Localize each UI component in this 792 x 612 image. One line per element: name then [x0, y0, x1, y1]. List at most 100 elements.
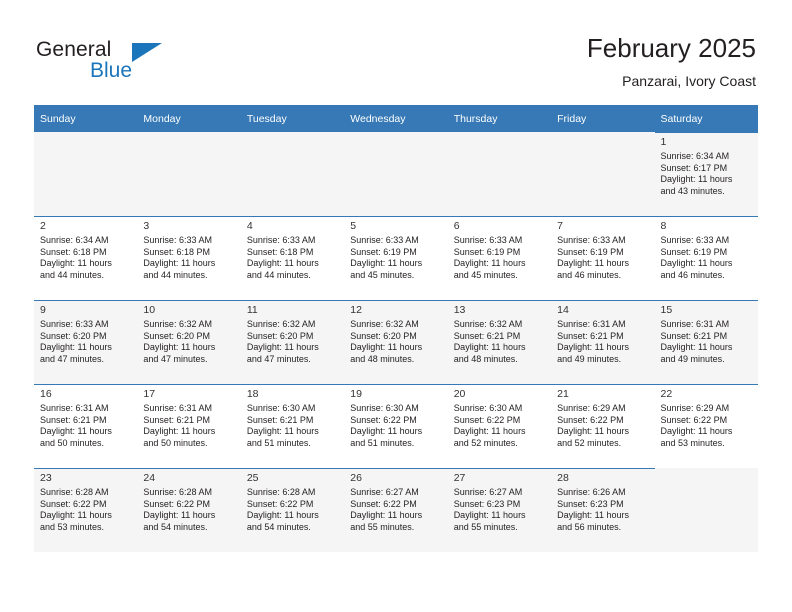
- sunset-text: Sunset: 6:22 PM: [350, 414, 417, 425]
- day-number: 12: [350, 304, 362, 316]
- calendar-day-cell[interactable]: 3 Sunrise: 6:33 AM Sunset: 6:18 PM Daylight…: [137, 216, 241, 300]
- day-cell-inner: 17 Sunrise: 6:31 AM Sunset: 6:21 PM Dayligh…: [137, 384, 241, 468]
- sunrise-text: Sunrise: 6:32 AM: [350, 319, 419, 329]
- day-cell-inner: 15 Sunrise: 6:31 AM Sunset: 6:21 PM Dayligh…: [654, 300, 758, 384]
- sunset-text: Sunset: 6:23 PM: [557, 498, 624, 509]
- calendar-day-cell[interactable]: 15 Sunrise: 6:31 AM Sunset: 6:21 PM Dayligh…: [654, 300, 758, 384]
- daylight-text-line2: and 52 minutes.: [453, 437, 518, 448]
- daylight-text-line1: Daylight: 11 hours: [246, 426, 319, 437]
- calendar-day-cell[interactable]: 27 Sunrise: 6:27 AM Sunset: 6:23 PM Dayligh…: [447, 468, 552, 552]
- day-cell-inner: 19 Sunrise: 6:30 AM Sunset: 6:22 PM Dayligh…: [344, 384, 448, 468]
- calendar-week-row: 2 Sunrise: 6:34 AM Sunset: 6:18 PM Daylight…: [34, 216, 758, 300]
- sunrise-text: Sunrise: 6:30 AM: [453, 403, 523, 413]
- day-number: 2: [40, 220, 46, 232]
- calendar-day-cell[interactable]: 10 Sunrise: 6:32 AM Sunset: 6:20 PM Dayligh…: [137, 300, 241, 384]
- calendar-day-cell[interactable]: 20 Sunrise: 6:30 AM Sunset: 6:22 PM Dayligh…: [447, 384, 552, 468]
- calendar-day-cell[interactable]: 2 Sunrise: 6:34 AM Sunset: 6:18 PM Daylight…: [34, 216, 138, 300]
- sunset-text: Sunset: 6:19 PM: [453, 246, 521, 257]
- calendar-week-row: 16 Sunrise: 6:31 AM Sunset: 6:21 PM Dayligh…: [34, 384, 758, 468]
- calendar-day-cell[interactable]: 21 Sunrise: 6:29 AM Sunset: 6:22 PM Dayligh…: [551, 384, 655, 468]
- daylight-text-line1: Daylight: 11 hours: [40, 342, 112, 353]
- sunrise-text: Sunrise: 6:28 AM: [246, 487, 316, 497]
- sunrise-text: Sunrise: 6:33 AM: [143, 235, 212, 245]
- calendar-day-cell-empty: [551, 132, 655, 216]
- daylight-text-line1: Daylight: 11 hours: [453, 342, 526, 353]
- calendar-day-cell[interactable]: 9 Sunrise: 6:33 AM Sunset: 6:20 PM Daylight…: [34, 300, 138, 384]
- calendar-day-cell[interactable]: 26 Sunrise: 6:27 AM Sunset: 6:22 PM Dayligh…: [344, 468, 448, 552]
- sunset-text: Sunset: 6:19 PM: [557, 246, 624, 257]
- weekday-header-saturday: Saturday: [654, 105, 758, 132]
- sunrise-text: Sunrise: 6:31 AM: [557, 319, 626, 329]
- calendar-day-cell[interactable]: 13 Sunrise: 6:32 AM Sunset: 6:21 PM Dayligh…: [447, 300, 552, 384]
- calendar-day-cell[interactable]: 25 Sunrise: 6:28 AM Sunset: 6:22 PM Dayligh…: [240, 468, 345, 552]
- day-sun-info: Sunrise: 6:30 AM Sunset: 6:21 PM Daylight:…: [247, 403, 339, 449]
- day-number: 23: [40, 472, 52, 484]
- day-cell-inner: 14 Sunrise: 6:31 AM Sunset: 6:21 PM Dayligh…: [551, 300, 655, 384]
- day-sun-info: Sunrise: 6:28 AM Sunset: 6:22 PM Daylight:…: [247, 487, 339, 533]
- daylight-text-line2: and 46 minutes.: [660, 269, 725, 280]
- sunset-text: Sunset: 6:21 PM: [557, 330, 624, 341]
- daylight-text-line1: Daylight: 11 hours: [660, 342, 733, 353]
- calendar-day-cell[interactable]: 16 Sunrise: 6:31 AM Sunset: 6:21 PM Dayligh…: [34, 384, 138, 468]
- sunset-text: Sunset: 6:18 PM: [40, 246, 107, 257]
- calendar-day-cell[interactable]: 28 Sunrise: 6:26 AM Sunset: 6:23 PM Dayligh…: [551, 468, 655, 552]
- day-sun-info: Sunrise: 6:31 AM Sunset: 6:21 PM Daylight:…: [557, 319, 649, 365]
- calendar-day-cell[interactable]: 17 Sunrise: 6:31 AM Sunset: 6:21 PM Dayligh…: [137, 384, 241, 468]
- day-sun-info: Sunrise: 6:29 AM Sunset: 6:22 PM Daylight:…: [557, 403, 649, 449]
- day-sun-info: Sunrise: 6:32 AM Sunset: 6:20 PM Daylight:…: [143, 319, 235, 365]
- day-cell-inner: [551, 132, 655, 216]
- calendar-day-cell[interactable]: 8 Sunrise: 6:33 AM Sunset: 6:19 PM Daylight…: [654, 216, 758, 300]
- calendar-day-cell[interactable]: 4 Sunrise: 6:33 AM Sunset: 6:18 PM Daylight…: [240, 216, 345, 300]
- calendar-day-cell[interactable]: 22 Sunrise: 6:29 AM Sunset: 6:22 PM Dayligh…: [654, 384, 758, 468]
- day-number: 22: [660, 388, 673, 400]
- sunrise-text: Sunrise: 6:33 AM: [453, 235, 523, 245]
- calendar-grid: Sunday Monday Tuesday Wednesday Thursday…: [34, 105, 758, 552]
- calendar-day-cell[interactable]: 5 Sunrise: 6:33 AM Sunset: 6:19 PM Daylight…: [344, 216, 448, 300]
- sunrise-text: Sunrise: 6:32 AM: [246, 319, 316, 329]
- general-blue-logo[interactable]: General Blue: [36, 38, 276, 94]
- sunrise-text: Sunrise: 6:28 AM: [143, 487, 212, 497]
- day-number: 9: [40, 304, 46, 316]
- day-cell-inner: 20 Sunrise: 6:30 AM Sunset: 6:22 PM Dayligh…: [447, 384, 552, 468]
- daylight-text-line1: Daylight: 11 hours: [143, 510, 216, 521]
- daylight-text-line1: Daylight: 11 hours: [453, 510, 526, 521]
- calendar-day-cell[interactable]: 11 Sunrise: 6:32 AM Sunset: 6:20 PM Dayligh…: [240, 300, 345, 384]
- day-sun-info: Sunrise: 6:32 AM Sunset: 6:21 PM Daylight:…: [454, 319, 546, 365]
- daylight-text-line2: and 44 minutes.: [246, 269, 311, 280]
- daylight-text-line1: Daylight: 11 hours: [557, 426, 629, 437]
- day-number: 18: [246, 388, 259, 400]
- daylight-text-line1: Daylight: 11 hours: [557, 510, 629, 521]
- calendar-day-cell[interactable]: 19 Sunrise: 6:30 AM Sunset: 6:22 PM Dayligh…: [344, 384, 448, 468]
- calendar-week-row: 1 Sunrise: 6:34 AM Sunset: 6:17 PM Daylight…: [34, 132, 758, 216]
- daylight-text-line1: Daylight: 11 hours: [246, 342, 319, 353]
- sunset-text: Sunset: 6:22 PM: [660, 414, 728, 425]
- sunrise-text: Sunrise: 6:33 AM: [660, 235, 730, 245]
- calendar-day-cell[interactable]: 24 Sunrise: 6:28 AM Sunset: 6:22 PM Dayligh…: [137, 468, 241, 552]
- sunrise-text: Sunrise: 6:31 AM: [660, 319, 730, 329]
- calendar-day-cell[interactable]: 12 Sunrise: 6:32 AM Sunset: 6:20 PM Dayligh…: [344, 300, 448, 384]
- day-cell-inner: 8 Sunrise: 6:33 AM Sunset: 6:19 PM Daylight…: [654, 216, 758, 300]
- calendar-day-cell[interactable]: 14 Sunrise: 6:31 AM Sunset: 6:21 PM Dayligh…: [551, 300, 655, 384]
- sunset-text: Sunset: 6:22 PM: [453, 414, 521, 425]
- daylight-text-line1: Daylight: 11 hours: [350, 258, 423, 269]
- day-cell-inner: [137, 132, 241, 216]
- weekday-header-monday: Monday: [137, 105, 241, 132]
- day-sun-info: Sunrise: 6:30 AM Sunset: 6:22 PM Daylight:…: [454, 403, 546, 449]
- daylight-text-line2: and 46 minutes.: [557, 269, 622, 280]
- day-cell-inner: 25 Sunrise: 6:28 AM Sunset: 6:22 PM Dayligh…: [240, 468, 345, 552]
- daylight-text-line2: and 49 minutes.: [557, 353, 622, 364]
- daylight-text-line2: and 44 minutes.: [40, 269, 105, 280]
- calendar-day-cell[interactable]: 23 Sunrise: 6:28 AM Sunset: 6:22 PM Dayligh…: [34, 468, 138, 552]
- sunset-text: Sunset: 6:20 PM: [40, 330, 107, 341]
- calendar-day-cell[interactable]: 7 Sunrise: 6:33 AM Sunset: 6:19 PM Daylight…: [551, 216, 655, 300]
- calendar-day-cell[interactable]: 6 Sunrise: 6:33 AM Sunset: 6:19 PM Daylight…: [447, 216, 552, 300]
- calendar-day-cell[interactable]: 1 Sunrise: 6:34 AM Sunset: 6:17 PM Daylight…: [654, 132, 758, 216]
- calendar-day-cell[interactable]: 18 Sunrise: 6:30 AM Sunset: 6:21 PM Dayligh…: [240, 384, 345, 468]
- day-sun-info: Sunrise: 6:34 AM Sunset: 6:17 PM Daylight:…: [661, 151, 753, 197]
- sunrise-text: Sunrise: 6:33 AM: [557, 235, 626, 245]
- daylight-text-line1: Daylight: 11 hours: [557, 258, 629, 269]
- daylight-text-line2: and 53 minutes.: [660, 437, 725, 448]
- daylight-text-line1: Daylight: 11 hours: [143, 426, 216, 437]
- day-number: 6: [453, 220, 460, 232]
- calendar-day-cell-empty: [34, 132, 138, 216]
